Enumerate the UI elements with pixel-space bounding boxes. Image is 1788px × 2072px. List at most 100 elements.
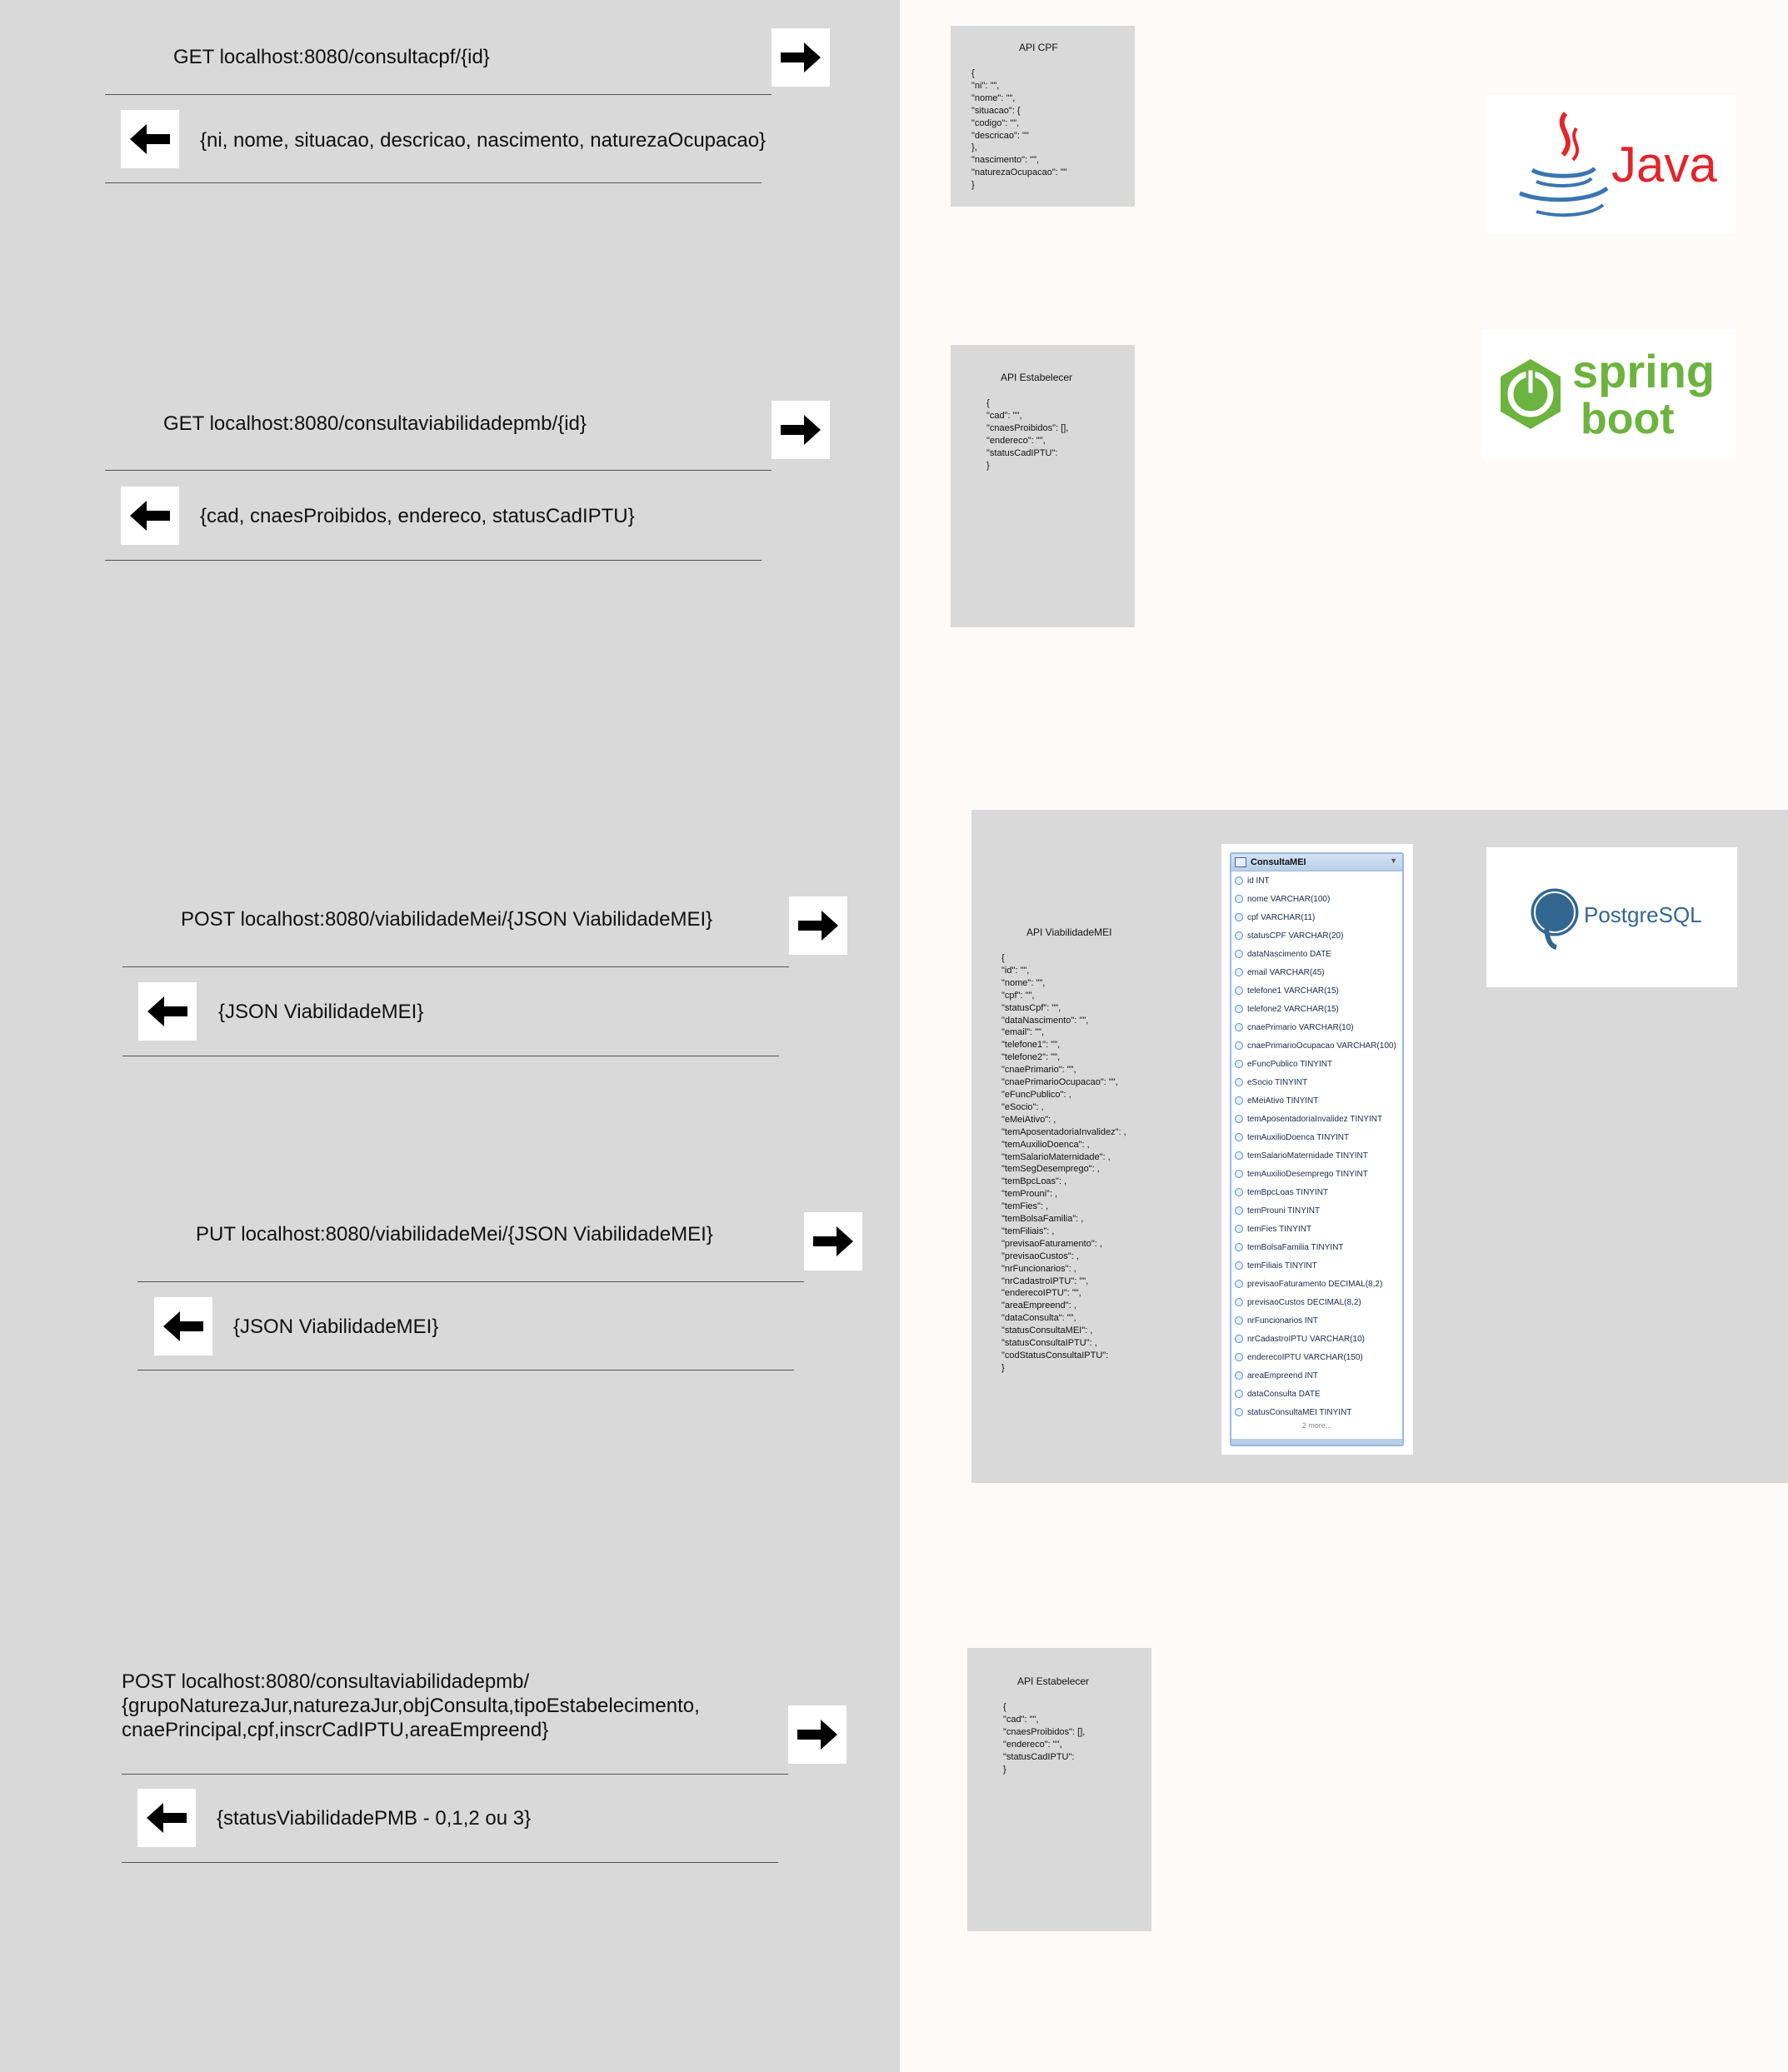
erd-column-label: nome VARCHAR(100) <box>1247 894 1331 904</box>
erd-column-row: previsaoCustos DECIMAL(8,2) <box>1231 1293 1402 1311</box>
response-label: {JSON ViabilidadeMEI} <box>218 1001 424 1023</box>
request-label: POST localhost:8080/viabilidadeMei/{JSON… <box>181 908 713 931</box>
erd-column-row: previsaoFaturamento DECIMAL(8,2) <box>1231 1275 1402 1293</box>
erd-column-label: temProuni TINYINT <box>1247 1206 1321 1216</box>
erd-more-label: 2 more... <box>1301 1421 1332 1430</box>
erd-column-row: temAposentadoriaInvalidez TINYINT <box>1231 1110 1402 1128</box>
card-title: API CPF <box>1019 42 1058 53</box>
arrow-right-icon <box>798 911 838 941</box>
erd-diagram: ConsultaMEI ▼ id INT nome VARCHAR(100) cpf… <box>1221 844 1413 1455</box>
erd-column-row: areaEmpreend INT <box>1231 1366 1402 1385</box>
erd-column-label: temFies TINYINT <box>1247 1224 1312 1234</box>
erd-column-row: statusCPF VARCHAR(20) <box>1231 926 1402 945</box>
erd-column-row: eMeiAtivo TINYINT <box>1231 1091 1402 1110</box>
chevron-down-icon: ▼ <box>1390 856 1397 865</box>
erd-column-label: telefone1 VARCHAR(15) <box>1247 986 1339 996</box>
column-diamond-icon <box>1235 895 1243 903</box>
response-label: {ni, nome, situacao, descricao, nascimen… <box>200 129 767 152</box>
response-arrow-button <box>154 1297 212 1356</box>
request-arrow-button <box>772 401 830 459</box>
erd-column-row: eSocio TINYINT <box>1231 1073 1402 1091</box>
column-diamond-icon <box>1235 1041 1243 1050</box>
erd-column-label: temAuxilioDesemprego TINYINT <box>1247 1169 1368 1179</box>
request-label: GET localhost:8080/consultaviabilidadepm… <box>163 412 587 435</box>
erd-column-label: temFiliais TINYINT <box>1247 1261 1317 1271</box>
response-line <box>105 182 762 183</box>
column-diamond-icon <box>1235 1096 1243 1105</box>
column-diamond-icon <box>1235 1225 1243 1233</box>
erd-column-row: cpf VARCHAR(11) <box>1231 908 1402 926</box>
erd-column-row: dataNascimento DATE <box>1231 945 1402 963</box>
column-diamond-icon <box>1235 1188 1243 1196</box>
java-logo-text: Java <box>1611 137 1717 192</box>
request-line <box>105 94 772 95</box>
request-label: PUT localhost:8080/viabilidadeMei/{JSON … <box>196 1223 713 1246</box>
api-cpf-card: API CPF { "ni": "", "nome": "", "situaca… <box>951 26 1135 207</box>
column-diamond-icon <box>1235 1115 1243 1123</box>
arrow-left-icon <box>130 124 170 154</box>
response-arrow-button <box>121 487 179 545</box>
response-arrow-button <box>121 110 179 168</box>
erd-column-row: email VARCHAR(45) <box>1231 963 1402 981</box>
erd-column-row: temAuxilioDesemprego TINYINT <box>1231 1165 1402 1183</box>
column-diamond-icon <box>1235 1078 1243 1086</box>
erd-column-row: temAuxilioDoenca TINYINT <box>1231 1128 1402 1146</box>
column-diamond-icon <box>1235 1060 1243 1068</box>
column-diamond-icon <box>1235 1170 1243 1178</box>
erd-column-label: id INT <box>1247 876 1270 886</box>
request-line <box>122 1774 788 1775</box>
erd-column-label: telefone2 VARCHAR(15) <box>1247 1004 1339 1014</box>
erd-table-consultamei: ConsultaMEI ▼ id INT nome VARCHAR(100) cpf… <box>1230 852 1404 1446</box>
column-diamond-icon <box>1235 931 1243 940</box>
erd-table-footer <box>1231 1439 1402 1445</box>
column-diamond-icon <box>1235 950 1243 958</box>
card-title: API Estabelecer <box>1001 372 1073 383</box>
erd-column-row: temFies TINYINT <box>1231 1220 1402 1238</box>
erd-column-row: cnaePrimarioOcupacao VARCHAR(100) <box>1231 1036 1402 1055</box>
erd-table-header: ConsultaMEI ▼ <box>1231 854 1402 871</box>
column-diamond-icon <box>1235 1390 1243 1398</box>
erd-column-label: previsaoFaturamento DECIMAL(8,2) <box>1247 1279 1383 1289</box>
response-label: {cad, cnaesProibidos, endereco, statusCa… <box>200 505 635 527</box>
response-arrow-button <box>138 982 197 1041</box>
column-diamond-icon <box>1235 1335 1243 1343</box>
erd-column-row: nrFuncionarios INT <box>1231 1311 1402 1330</box>
column-diamond-icon <box>1235 876 1243 885</box>
arrow-left-icon <box>163 1311 203 1341</box>
request-label: GET localhost:8080/consultacpf/{id} <box>173 46 490 68</box>
response-label: {statusViabilidadePMB - 0,1,2 ou 3} <box>217 1807 532 1830</box>
erd-column-row: temBpcLoas TINYINT <box>1231 1183 1402 1201</box>
arrow-right-icon <box>797 1720 837 1750</box>
column-diamond-icon <box>1235 968 1243 976</box>
erd-column-row: telefone1 VARCHAR(15) <box>1231 981 1402 1000</box>
erd-column-label: statusCPF VARCHAR(20) <box>1247 931 1344 941</box>
column-diamond-icon <box>1235 1261 1243 1270</box>
java-cup-icon: Java <box>1519 112 1717 217</box>
column-diamond-icon <box>1235 1316 1243 1325</box>
spring-logo-text: spring <box>1572 345 1715 397</box>
postgres-elephant-icon: PostgreSQL <box>1528 886 1702 950</box>
arrow-right-icon <box>781 415 821 445</box>
column-diamond-icon <box>1235 986 1243 995</box>
column-diamond-icon <box>1235 1133 1243 1141</box>
erd-column-row: cnaePrimario VARCHAR(10) <box>1231 1018 1402 1036</box>
column-diamond-icon <box>1235 1353 1243 1361</box>
erd-column-label: eFuncPublico TINYINT <box>1247 1059 1333 1069</box>
erd-column-label: temSalarioMaternidade TINYINT <box>1247 1151 1368 1161</box>
column-diamond-icon <box>1235 1408 1243 1416</box>
boot-logo-text: boot <box>1581 395 1675 443</box>
erd-column-label: cnaePrimario VARCHAR(10) <box>1247 1022 1354 1032</box>
java-logo: Java <box>1486 95 1736 233</box>
erd-column-label: temAuxilioDoenca TINYINT <box>1247 1132 1350 1142</box>
response-arrow-button <box>137 1789 196 1847</box>
erd-column-label: enderecoIPTU VARCHAR(150) <box>1247 1352 1363 1362</box>
erd-column-label: statusConsultaMEI TINYINT <box>1247 1407 1352 1417</box>
column-diamond-icon <box>1235 1005 1243 1013</box>
json-schema: { "ni": "", "nome": "", "situacao": { "c… <box>971 68 1067 191</box>
api-estabelecer-card: API Estabelecer { "cad": "", "cnaesProib… <box>951 345 1135 627</box>
request-arrow-button <box>804 1212 862 1271</box>
json-schema: { "cad": "", "cnaesProibidos": [], "ende… <box>986 398 1069 471</box>
arrow-left-icon <box>147 1803 187 1833</box>
erd-column-row: temBolsaFamilia TINYINT <box>1231 1238 1402 1256</box>
request-line <box>122 966 789 967</box>
